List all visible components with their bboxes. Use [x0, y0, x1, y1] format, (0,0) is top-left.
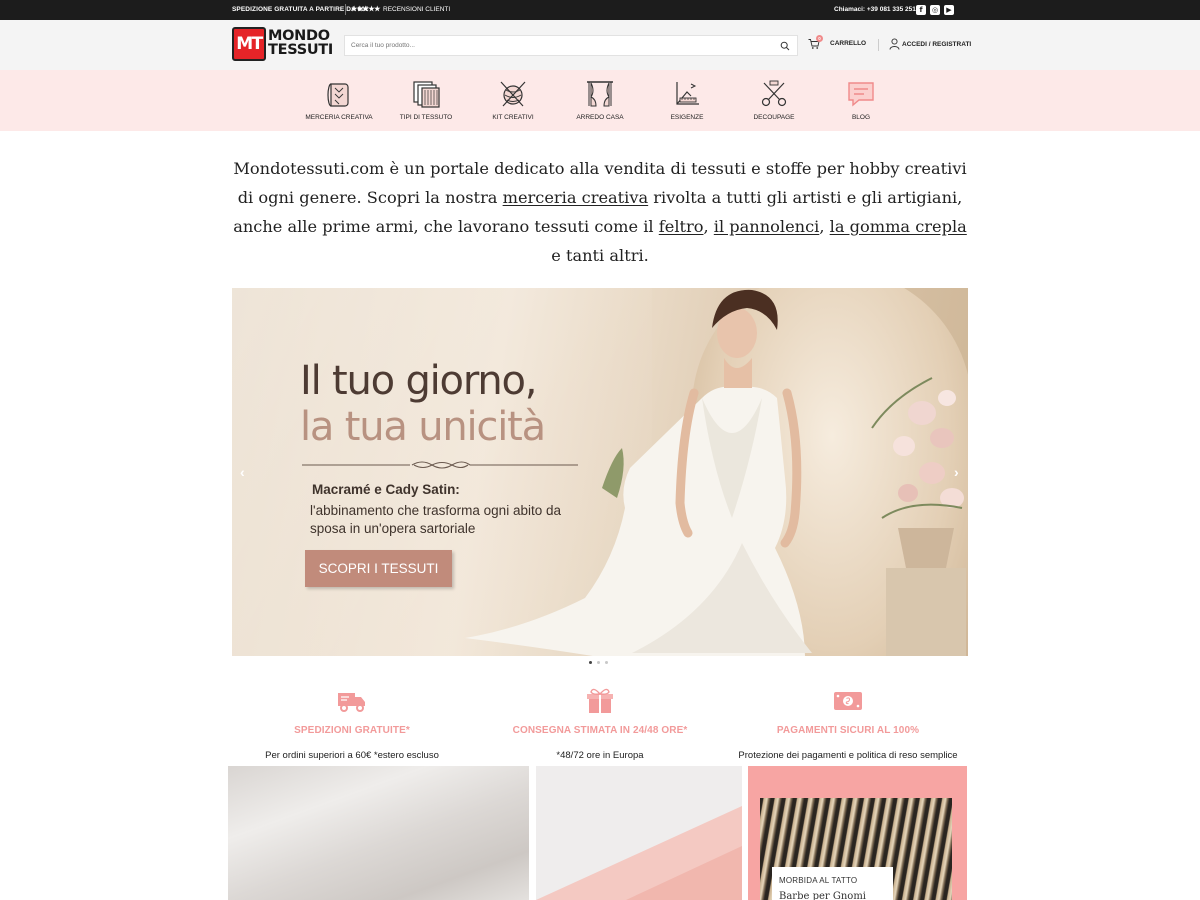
category-arredo-casa[interactable]: ARREDO CASA [555, 78, 645, 121]
category-decoupage[interactable]: DECOUPAGE [729, 78, 819, 121]
cart-count-badge: 0 [816, 35, 823, 42]
category-label: ESIGENZE [670, 114, 704, 121]
intro-separator: , [703, 217, 714, 236]
header-divider [878, 39, 879, 51]
search-icon[interactable] [780, 41, 790, 51]
category-nav: MERCERIA CREATIVA TIPI DI TESSUTO KIT CR… [0, 70, 1200, 131]
free-shipping-promo: SPEDIZIONE GRATUITA A PARTIRE DA 60€ [232, 6, 369, 13]
fabric-layers-icon [413, 81, 440, 108]
category-kit-creativi[interactable]: KIT CREATIVI [468, 78, 558, 121]
category-label: TIPI DI TESSUTO [399, 114, 453, 121]
slider-dot[interactable] [605, 661, 608, 664]
phone-number[interactable]: Chiamaci: +39 081 335 2512 [834, 6, 919, 13]
slider-next-arrow-icon[interactable]: › [954, 464, 959, 480]
slider-dot[interactable] [597, 661, 600, 664]
slider-pagination [589, 661, 611, 665]
fabric-tile-white[interactable] [228, 766, 529, 900]
feature-delivery-time: CONSEGNA STIMATA IN 24/48 ORE* *48/72 or… [470, 688, 730, 761]
category-label: ARREDO CASA [576, 114, 624, 121]
feature-description: Per ordini superiori a 60€ *estero esclu… [265, 750, 439, 761]
youtube-icon[interactable]: ▶ [944, 5, 954, 15]
topbar-divider [345, 4, 346, 15]
logo-word-tessuti: TESSUTI [268, 42, 333, 58]
gomma-crepla-link[interactable]: la gomma crepla [830, 217, 967, 236]
feature-secure-payments: PAGAMENTI SICURI AL 100% Protezione dei … [718, 688, 978, 761]
site-header: MT MONDO TESSUTI 0 CARRELLO ACCEDI / REG… [0, 20, 1200, 70]
fabric-tile-gnome-beards[interactable]: MORBIDA AL TATTO Barbe per Gnomi [748, 766, 967, 900]
slider-dot-active[interactable] [589, 661, 592, 664]
intro-separator: , [819, 217, 830, 236]
fabric-roll-icon [327, 83, 349, 107]
pink-fabric-image [536, 806, 742, 900]
scissors-icon [761, 80, 787, 107]
ornament-divider [302, 461, 578, 469]
category-label: KIT CREATIVI [492, 114, 534, 121]
hero-title-line1: Il tuo giorno, [300, 358, 538, 404]
facebook-icon[interactable]: f [916, 5, 926, 15]
category-label: MERCERIA CREATIVA [305, 114, 373, 121]
hero-subtitle: l'abbinamento che trasforma ogni abito d… [310, 503, 561, 536]
product-name: Barbe per Gnomi [779, 891, 866, 900]
feature-title: SPEDIZIONI GRATUITE* [294, 725, 410, 736]
rating-stars: ★★★★★ [351, 6, 380, 13]
category-blog[interactable]: BLOG [816, 78, 906, 121]
slider-prev-arrow-icon[interactable]: ‹ [240, 464, 245, 480]
feltro-link[interactable]: feltro [659, 217, 704, 236]
instagram-icon[interactable]: ◎ [930, 5, 940, 15]
product-kicker: MORBIDA AL TATTO [779, 876, 858, 885]
gift-box-icon [587, 688, 613, 713]
feature-free-shipping: SPEDIZIONI GRATUITE* Per ordini superior… [222, 688, 482, 761]
feature-description: *48/72 ore in Europa [556, 750, 644, 761]
pannolenci-link[interactable]: il pannolenci [714, 217, 820, 236]
hero-title-line2: la tua unicità [300, 404, 546, 450]
fabric-tile-pink[interactable] [536, 766, 742, 900]
category-esigenze[interactable]: ESIGENZE [642, 78, 732, 121]
feature-title: CONSEGNA STIMATA IN 24/48 ORE* [512, 725, 688, 736]
category-tipi-di-tessuto[interactable]: TIPI DI TESSUTO [381, 78, 471, 121]
intro-part: e tanti altri. [551, 246, 649, 265]
measure-icon [676, 82, 699, 105]
hero-subtitle-bold: Macramé e Cady Satin: [312, 482, 460, 497]
category-label: DECOUPAGE [753, 114, 795, 121]
hero-slider[interactable]: Il tuo giorno, la tua unicità Macramé e … [232, 288, 968, 656]
feature-title: PAGAMENTI SICURI AL 100% [776, 725, 920, 736]
site-logo[interactable]: MT MONDO TESSUTI [232, 27, 336, 61]
customer-reviews-link[interactable]: RECENSIONI CLIENTI [383, 6, 450, 13]
user-icon [889, 38, 900, 50]
logo-badge: MT [232, 27, 266, 61]
feature-description: Protezione dei pagamenti e politica di r… [738, 750, 958, 761]
category-merceria-creativa[interactable]: MERCERIA CREATIVA [294, 78, 384, 121]
bride-image [465, 289, 966, 656]
cart-label: CARRELLO [830, 40, 867, 47]
money-shield-icon [834, 692, 862, 710]
category-label: BLOG [851, 114, 871, 121]
yarn-ball-icon [500, 81, 526, 107]
discover-fabrics-button[interactable]: SCOPRI I TESSUTI [305, 550, 452, 587]
intro-text: Mondotessuti.com è un portale dedicato a… [228, 154, 972, 270]
top-bar: SPEDIZIONE GRATUITA A PARTIRE DA 60€ ★★★… [0, 0, 1200, 20]
search-box [344, 35, 798, 56]
login-register-label: ACCEDI / REGISTRATI [902, 41, 972, 48]
merceria-creativa-link[interactable]: merceria creativa [503, 188, 649, 207]
search-input[interactable] [351, 39, 771, 52]
curtain-icon [587, 81, 613, 107]
chat-icon [848, 82, 874, 107]
delivery-truck-icon [338, 693, 365, 712]
product-card: MORBIDA AL TATTO Barbe per Gnomi [772, 867, 893, 900]
